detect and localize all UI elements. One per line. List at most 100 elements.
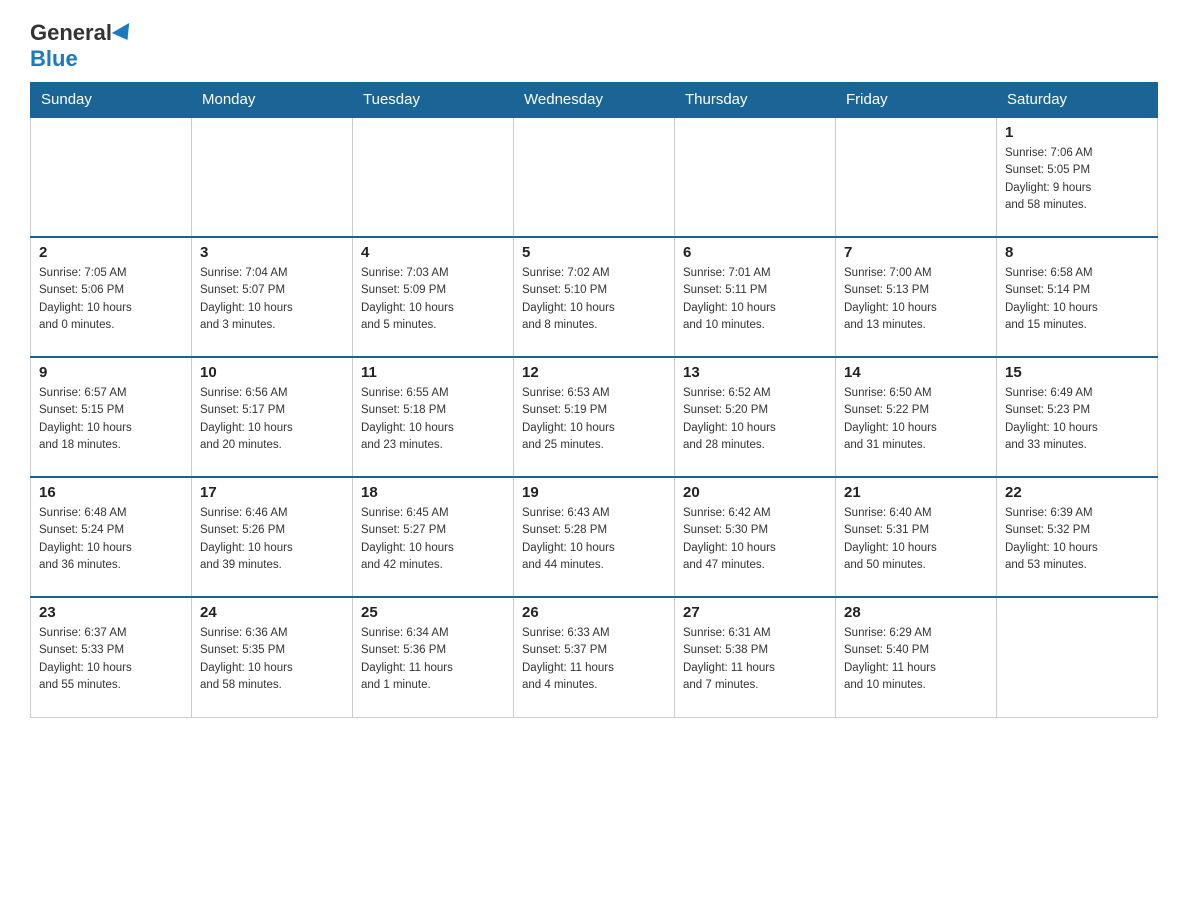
day-info: Sunrise: 7:05 AM Sunset: 5:06 PM Dayligh… bbox=[39, 265, 183, 334]
day-number: 16 bbox=[39, 484, 183, 501]
calendar-cell bbox=[514, 117, 675, 237]
day-number: 20 bbox=[683, 484, 827, 501]
calendar-cell: 10Sunrise: 6:56 AM Sunset: 5:17 PM Dayli… bbox=[192, 357, 353, 477]
calendar-cell: 6 Sunrise: 7:01 AM Sunset: 5:11 PM Daylig… bbox=[675, 237, 836, 357]
calendar-cell: 27 Sunrise: 6:31 AM Sunset: 5:38 PM Dayli… bbox=[675, 597, 836, 717]
day-number: 5 bbox=[522, 244, 666, 261]
day-info: Sunrise: 7:01 AM Sunset: 5:11 PM Dayligh… bbox=[683, 265, 827, 334]
calendar-cell bbox=[192, 117, 353, 237]
day-number: 13 bbox=[683, 364, 827, 381]
day-number: 11 bbox=[361, 364, 505, 381]
calendar-cell: 28 Sunrise: 6:29 AM Sunset: 5:40 PM Dayli… bbox=[836, 597, 997, 717]
day-number: 6 bbox=[683, 244, 827, 261]
day-info: Sunrise: 6:37 AM Sunset: 5:33 PM Dayligh… bbox=[39, 625, 183, 694]
day-number: 22 bbox=[1005, 484, 1149, 501]
calendar-cell: 12 Sunrise: 6:53 AM Sunset: 5:19 PM Dayli… bbox=[514, 357, 675, 477]
calendar-cell: 9 Sunrise: 6:57 AM Sunset: 5:15 PM Daylig… bbox=[31, 357, 192, 477]
day-number: 8 bbox=[1005, 244, 1149, 261]
column-header-saturday: Saturday bbox=[997, 83, 1158, 118]
column-header-monday: Monday bbox=[192, 83, 353, 118]
day-number: 28 bbox=[844, 604, 988, 621]
calendar-cell: 14 Sunrise: 6:50 AM Sunset: 5:22 PM Dayli… bbox=[836, 357, 997, 477]
logo-blue: Blue bbox=[30, 46, 78, 72]
calendar-cell: 5 Sunrise: 7:02 AM Sunset: 5:10 PM Daylig… bbox=[514, 237, 675, 357]
day-info: Sunrise: 7:00 AM Sunset: 5:13 PM Dayligh… bbox=[844, 265, 988, 334]
day-number: 12 bbox=[522, 364, 666, 381]
day-info: Sunrise: 6:43 AM Sunset: 5:28 PM Dayligh… bbox=[522, 505, 666, 574]
day-info: Sunrise: 6:29 AM Sunset: 5:40 PM Dayligh… bbox=[844, 625, 988, 694]
calendar-cell: 15Sunrise: 6:49 AM Sunset: 5:23 PM Dayli… bbox=[997, 357, 1158, 477]
logo: General Blue bbox=[30, 20, 134, 72]
calendar-header-row: SundayMondayTuesdayWednesdayThursdayFrid… bbox=[31, 83, 1158, 118]
day-number: 26 bbox=[522, 604, 666, 621]
day-info: Sunrise: 6:45 AM Sunset: 5:27 PM Dayligh… bbox=[361, 505, 505, 574]
calendar-cell: 21 Sunrise: 6:40 AM Sunset: 5:31 PM Dayli… bbox=[836, 477, 997, 597]
column-header-thursday: Thursday bbox=[675, 83, 836, 118]
column-header-sunday: Sunday bbox=[31, 83, 192, 118]
day-number: 7 bbox=[844, 244, 988, 261]
day-info: Sunrise: 6:50 AM Sunset: 5:22 PM Dayligh… bbox=[844, 385, 988, 454]
day-number: 1 bbox=[1005, 124, 1149, 141]
day-info: Sunrise: 6:57 AM Sunset: 5:15 PM Dayligh… bbox=[39, 385, 183, 454]
day-info: Sunrise: 6:52 AM Sunset: 5:20 PM Dayligh… bbox=[683, 385, 827, 454]
calendar-cell bbox=[353, 117, 514, 237]
day-number: 2 bbox=[39, 244, 183, 261]
day-info: Sunrise: 6:42 AM Sunset: 5:30 PM Dayligh… bbox=[683, 505, 827, 574]
day-info: Sunrise: 6:31 AM Sunset: 5:38 PM Dayligh… bbox=[683, 625, 827, 694]
day-number: 3 bbox=[200, 244, 344, 261]
calendar-cell: 8 Sunrise: 6:58 AM Sunset: 5:14 PM Daylig… bbox=[997, 237, 1158, 357]
day-number: 9 bbox=[39, 364, 183, 381]
calendar-week-row: 23Sunrise: 6:37 AM Sunset: 5:33 PM Dayli… bbox=[31, 597, 1158, 717]
calendar-cell: 2 Sunrise: 7:05 AM Sunset: 5:06 PM Daylig… bbox=[31, 237, 192, 357]
day-info: Sunrise: 7:02 AM Sunset: 5:10 PM Dayligh… bbox=[522, 265, 666, 334]
calendar-cell: 20 Sunrise: 6:42 AM Sunset: 5:30 PM Dayli… bbox=[675, 477, 836, 597]
calendar-cell: 11 Sunrise: 6:55 AM Sunset: 5:18 PM Dayli… bbox=[353, 357, 514, 477]
day-number: 27 bbox=[683, 604, 827, 621]
day-info: Sunrise: 6:55 AM Sunset: 5:18 PM Dayligh… bbox=[361, 385, 505, 454]
day-number: 18 bbox=[361, 484, 505, 501]
calendar-cell: 13 Sunrise: 6:52 AM Sunset: 5:20 PM Dayli… bbox=[675, 357, 836, 477]
day-number: 24 bbox=[200, 604, 344, 621]
calendar-cell: 4 Sunrise: 7:03 AM Sunset: 5:09 PM Daylig… bbox=[353, 237, 514, 357]
day-info: Sunrise: 6:36 AM Sunset: 5:35 PM Dayligh… bbox=[200, 625, 344, 694]
calendar-cell: 16 Sunrise: 6:48 AM Sunset: 5:24 PM Dayli… bbox=[31, 477, 192, 597]
calendar-cell: 18 Sunrise: 6:45 AM Sunset: 5:27 PM Dayli… bbox=[353, 477, 514, 597]
day-number: 21 bbox=[844, 484, 988, 501]
calendar-cell: 3Sunrise: 7:04 AM Sunset: 5:07 PM Daylig… bbox=[192, 237, 353, 357]
calendar-cell: 25Sunrise: 6:34 AM Sunset: 5:36 PM Dayli… bbox=[353, 597, 514, 717]
day-info: Sunrise: 6:33 AM Sunset: 5:37 PM Dayligh… bbox=[522, 625, 666, 694]
calendar-cell: 24 Sunrise: 6:36 AM Sunset: 5:35 PM Dayli… bbox=[192, 597, 353, 717]
calendar-table: SundayMondayTuesdayWednesdayThursdayFrid… bbox=[30, 82, 1158, 718]
day-number: 19 bbox=[522, 484, 666, 501]
calendar-week-row: 1Sunrise: 7:06 AM Sunset: 5:05 PM Daylig… bbox=[31, 117, 1158, 237]
calendar-cell bbox=[675, 117, 836, 237]
calendar-cell bbox=[836, 117, 997, 237]
calendar-cell: 1Sunrise: 7:06 AM Sunset: 5:05 PM Daylig… bbox=[997, 117, 1158, 237]
day-info: Sunrise: 6:40 AM Sunset: 5:31 PM Dayligh… bbox=[844, 505, 988, 574]
calendar-cell bbox=[31, 117, 192, 237]
calendar-cell bbox=[997, 597, 1158, 717]
page-header: General Blue bbox=[30, 20, 1158, 72]
calendar-week-row: 2 Sunrise: 7:05 AM Sunset: 5:06 PM Daylig… bbox=[31, 237, 1158, 357]
column-header-tuesday: Tuesday bbox=[353, 83, 514, 118]
day-info: Sunrise: 6:53 AM Sunset: 5:19 PM Dayligh… bbox=[522, 385, 666, 454]
calendar-cell: 26 Sunrise: 6:33 AM Sunset: 5:37 PM Dayli… bbox=[514, 597, 675, 717]
calendar-cell: 22 Sunrise: 6:39 AM Sunset: 5:32 PM Dayli… bbox=[997, 477, 1158, 597]
day-number: 17 bbox=[200, 484, 344, 501]
day-info: Sunrise: 6:56 AM Sunset: 5:17 PM Dayligh… bbox=[200, 385, 344, 454]
day-number: 14 bbox=[844, 364, 988, 381]
calendar-week-row: 16 Sunrise: 6:48 AM Sunset: 5:24 PM Dayli… bbox=[31, 477, 1158, 597]
day-info: Sunrise: 6:48 AM Sunset: 5:24 PM Dayligh… bbox=[39, 505, 183, 574]
day-info: Sunrise: 7:03 AM Sunset: 5:09 PM Dayligh… bbox=[361, 265, 505, 334]
calendar-cell: 23Sunrise: 6:37 AM Sunset: 5:33 PM Dayli… bbox=[31, 597, 192, 717]
day-info: Sunrise: 6:58 AM Sunset: 5:14 PM Dayligh… bbox=[1005, 265, 1149, 334]
day-info: Sunrise: 6:39 AM Sunset: 5:32 PM Dayligh… bbox=[1005, 505, 1149, 574]
logo-arrow-icon bbox=[112, 23, 136, 45]
column-header-wednesday: Wednesday bbox=[514, 83, 675, 118]
calendar-cell: 19 Sunrise: 6:43 AM Sunset: 5:28 PM Dayli… bbox=[514, 477, 675, 597]
day-number: 15 bbox=[1005, 364, 1149, 381]
column-header-friday: Friday bbox=[836, 83, 997, 118]
calendar-cell: 7 Sunrise: 7:00 AM Sunset: 5:13 PM Daylig… bbox=[836, 237, 997, 357]
day-number: 25 bbox=[361, 604, 505, 621]
day-number: 4 bbox=[361, 244, 505, 261]
